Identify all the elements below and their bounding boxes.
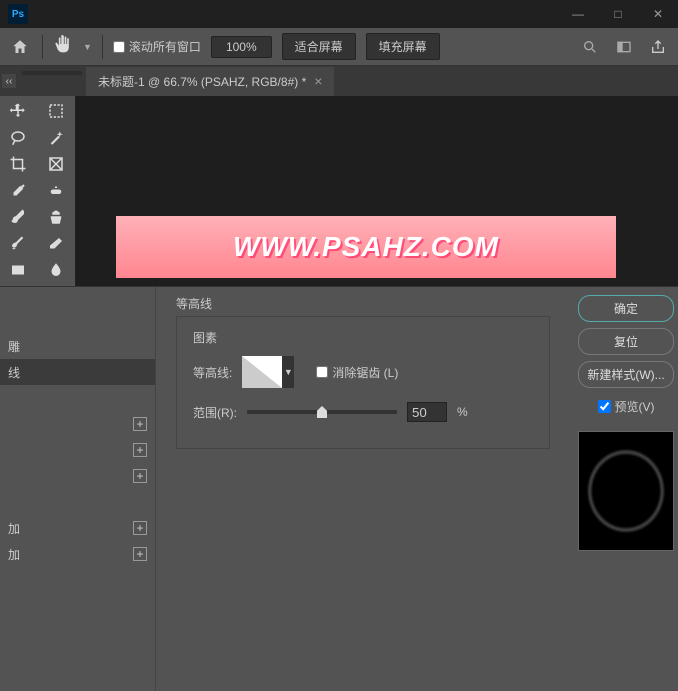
style-row[interactable]: +	[0, 411, 155, 437]
contour-title: 等高线	[176, 295, 550, 312]
collapse-panels-icon[interactable]: ‹‹	[2, 74, 16, 88]
canvas-text: WWW.PSAHZ.COM	[233, 231, 499, 263]
style-row[interactable]: +	[0, 463, 155, 489]
toolbox	[0, 96, 76, 286]
contour-preview[interactable]	[242, 356, 282, 388]
add-icon[interactable]: +	[133, 443, 147, 457]
canvas[interactable]: WWW.PSAHZ.COM	[76, 96, 678, 286]
style-row[interactable]	[0, 385, 155, 411]
style-row[interactable]	[0, 489, 155, 515]
healing-brush-tool[interactable]	[38, 178, 74, 204]
dropdown-arrow-icon[interactable]: ▼	[83, 42, 92, 52]
preview-checkbox[interactable]: 预览(V)	[578, 398, 674, 415]
antialias-checkbox[interactable]: 消除锯齿 (L)	[316, 364, 398, 381]
range-input[interactable]	[407, 402, 447, 422]
preview-label: 预览(V)	[615, 398, 655, 415]
style-row-contour[interactable]: 线	[0, 359, 155, 385]
percent-label: %	[457, 405, 468, 419]
marquee-tool[interactable]	[38, 98, 74, 124]
antialias-label: 消除锯齿 (L)	[332, 364, 398, 381]
add-icon[interactable]: +	[133, 521, 147, 535]
hand-tool-icon[interactable]	[53, 34, 73, 59]
fit-screen-button[interactable]: 适合屏幕	[282, 33, 356, 60]
clone-stamp-tool[interactable]	[38, 204, 74, 230]
blur-tool[interactable]	[38, 257, 74, 283]
close-button[interactable]: ✕	[638, 2, 678, 27]
range-slider[interactable]	[247, 410, 397, 414]
maximize-button[interactable]: □	[598, 2, 638, 27]
close-tab-icon[interactable]: ×	[314, 73, 322, 89]
style-row[interactable]: +	[0, 437, 155, 463]
ok-button[interactable]: 确定	[578, 295, 674, 322]
share-icon[interactable]	[646, 35, 670, 59]
divider	[102, 35, 103, 59]
frame-tool[interactable]	[38, 151, 74, 177]
new-style-button[interactable]: 新建样式(W)...	[578, 361, 674, 388]
range-label: 范围(R):	[193, 404, 237, 421]
fill-screen-button[interactable]: 填充屏幕	[366, 33, 440, 60]
magic-wand-tool[interactable]	[38, 125, 74, 151]
document-tab[interactable]: 未标题-1 @ 66.7% (PSAHZ, RGB/8#) * ×	[86, 67, 334, 96]
style-preview	[578, 431, 674, 551]
scroll-all-windows-checkbox[interactable]: 滚动所有窗口	[113, 38, 201, 55]
slider-thumb[interactable]	[317, 406, 327, 418]
style-list: 雕 线 + + + 加+ 加+	[0, 287, 156, 691]
style-row[interactable]: 雕	[0, 333, 155, 359]
elements-label: 图素	[193, 329, 533, 346]
document-tab-title: 未标题-1 @ 66.7% (PSAHZ, RGB/8#) *	[98, 73, 306, 90]
divider	[42, 35, 43, 59]
contour-label: 等高线:	[193, 364, 232, 381]
contour-dropdown-icon[interactable]: ▼	[282, 356, 294, 388]
contour-fieldset: 图素 等高线: ▼ 消除锯齿 (L) 范围(R): %	[176, 316, 550, 449]
style-row[interactable]: 加+	[0, 515, 155, 541]
rectangle-tool[interactable]	[0, 257, 36, 283]
history-brush-tool[interactable]	[0, 231, 36, 257]
layer-style-dialog: 雕 线 + + + 加+ 加+ 等高线 图素 等高线: ▼ 消除锯齿 (L)	[0, 286, 678, 691]
eyedropper-tool[interactable]	[0, 178, 36, 204]
add-icon[interactable]: +	[133, 469, 147, 483]
add-icon[interactable]: +	[133, 417, 147, 431]
add-icon[interactable]: +	[133, 547, 147, 561]
home-icon[interactable]	[8, 35, 32, 59]
style-row[interactable]	[0, 567, 155, 593]
reset-button[interactable]: 复位	[578, 328, 674, 355]
screen-mode-icon[interactable]	[612, 35, 636, 59]
style-row[interactable]: 加+	[0, 541, 155, 567]
panel-handle[interactable]	[22, 71, 82, 91]
zoom-level[interactable]: 100%	[211, 36, 272, 58]
crop-tool[interactable]	[0, 151, 36, 177]
move-tool[interactable]	[0, 98, 36, 124]
lasso-tool[interactable]	[0, 125, 36, 151]
app-icon: Ps	[8, 4, 28, 24]
brush-tool[interactable]	[0, 204, 36, 230]
canvas-content: WWW.PSAHZ.COM	[116, 216, 616, 278]
scroll-all-windows-label: 滚动所有窗口	[129, 38, 201, 55]
minimize-button[interactable]: —	[558, 2, 598, 27]
search-icon[interactable]	[578, 35, 602, 59]
eraser-tool[interactable]	[38, 231, 74, 257]
